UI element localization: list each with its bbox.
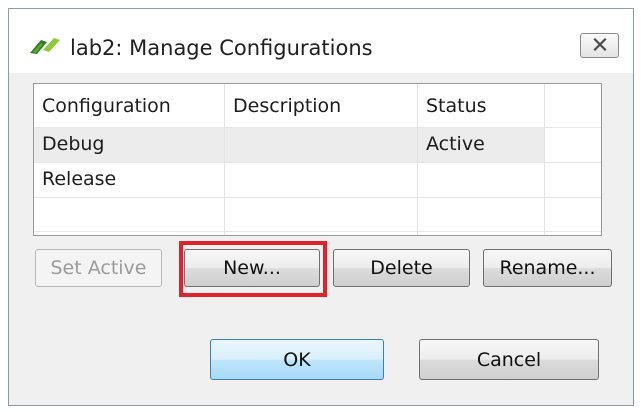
set-active-button[interactable]: Set Active bbox=[35, 249, 162, 287]
column-divider bbox=[544, 84, 545, 235]
cell-configuration: Debug bbox=[42, 133, 105, 155]
cell-status: Active bbox=[426, 133, 485, 155]
cell-configuration: Release bbox=[42, 168, 117, 190]
dialog-body: Configuration Description Status Debug A… bbox=[9, 73, 633, 405]
title-bar[interactable]: lab2: Manage Configurations bbox=[9, 9, 633, 73]
ok-button[interactable]: OK bbox=[210, 339, 384, 380]
rename-button[interactable]: Rename... bbox=[483, 249, 612, 287]
row-divider bbox=[34, 231, 601, 232]
manage-configurations-dialog: lab2: Manage Configurations Configuratio… bbox=[8, 8, 634, 406]
column-header-status[interactable]: Status bbox=[426, 95, 487, 117]
row-divider bbox=[34, 197, 601, 198]
column-divider bbox=[224, 84, 225, 235]
configurations-table[interactable]: Configuration Description Status Debug A… bbox=[33, 83, 602, 236]
delete-button[interactable]: Delete bbox=[333, 249, 470, 287]
row-divider bbox=[34, 127, 601, 128]
app-icon bbox=[29, 37, 63, 55]
new-button[interactable]: New... bbox=[184, 249, 320, 287]
column-header-description[interactable]: Description bbox=[233, 95, 341, 117]
cancel-button[interactable]: Cancel bbox=[419, 339, 599, 380]
close-icon bbox=[592, 36, 607, 55]
column-divider bbox=[417, 84, 418, 235]
column-header-configuration[interactable]: Configuration bbox=[42, 95, 171, 117]
dialog-title: lab2: Manage Configurations bbox=[70, 36, 373, 60]
close-button[interactable] bbox=[580, 33, 619, 58]
row-divider bbox=[34, 162, 601, 163]
